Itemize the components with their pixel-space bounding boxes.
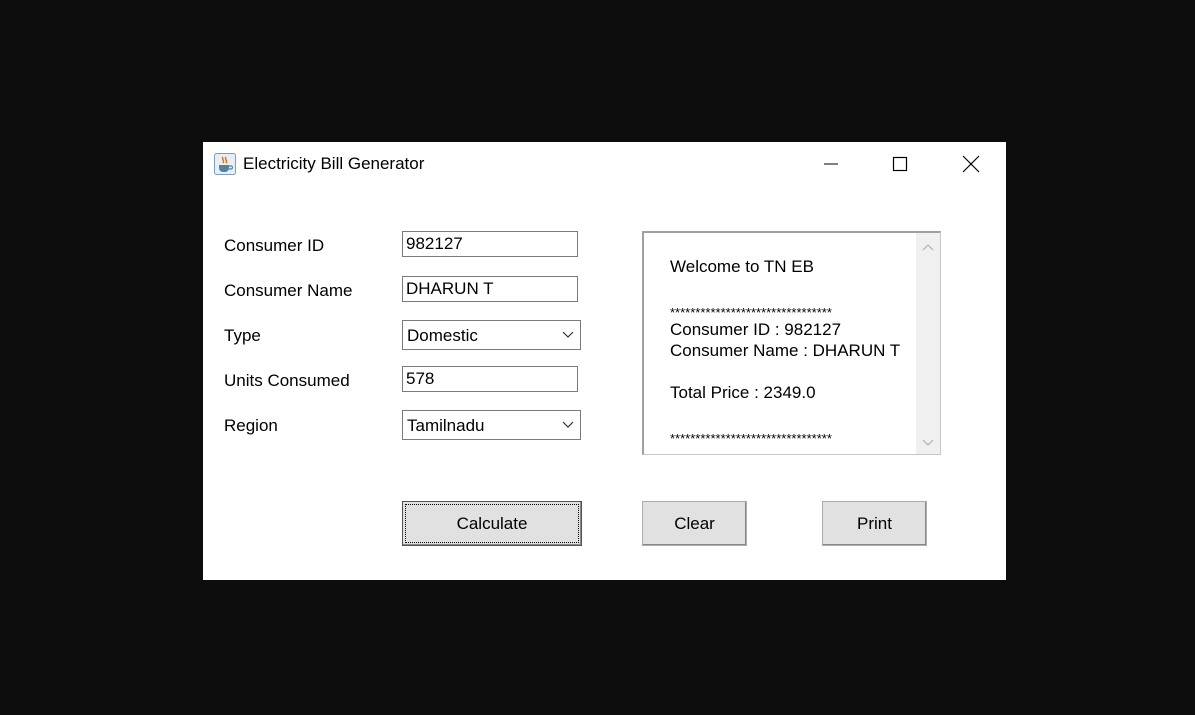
output-line: Welcome to TN EB [670, 257, 814, 276]
type-select-value: Domestic [407, 326, 478, 345]
consumer-id-label: Consumer ID [224, 236, 325, 255]
units-consumed-label: Units Consumed [224, 371, 350, 390]
app-window: Electricity Bill Generator Consumer ID C… [203, 142, 1006, 580]
consumer-id-field[interactable]: 982127 [402, 231, 578, 257]
region-select-value: Tamilnadu [407, 416, 485, 435]
output-line: Consumer Name : DHARUN T [670, 341, 901, 360]
java-cup-icon [214, 153, 236, 175]
print-button[interactable]: Print [822, 501, 927, 546]
minimize-button[interactable] [808, 142, 854, 186]
minimize-icon [824, 163, 838, 165]
output-line: Consumer ID : 982127 [670, 320, 842, 339]
close-button[interactable] [948, 142, 994, 186]
consumer-name-field[interactable]: DHARUN T [402, 276, 578, 302]
maximize-icon [892, 156, 908, 172]
maximize-button[interactable] [877, 142, 923, 186]
output-line: Total Price : 2349.0 [670, 383, 816, 402]
units-consumed-field[interactable]: 578 [402, 366, 578, 392]
type-select[interactable]: Domestic [402, 320, 581, 350]
type-label: Type [224, 326, 261, 345]
scroll-down-button[interactable] [916, 433, 940, 453]
title-bar[interactable]: Electricity Bill Generator [203, 142, 1006, 186]
bill-output-textarea[interactable]: Welcome to TN EB ************************… [642, 231, 941, 455]
close-icon [962, 155, 980, 173]
region-select[interactable]: Tamilnadu [402, 410, 581, 440]
region-label: Region [224, 416, 278, 435]
clear-button[interactable]: Clear [642, 501, 747, 546]
scroll-up-button[interactable] [916, 237, 940, 257]
chevron-up-icon [922, 244, 934, 251]
chevron-down-icon [562, 331, 574, 338]
window-title: Electricity Bill Generator [243, 154, 425, 173]
chevron-down-icon [922, 439, 934, 446]
consumer-name-label: Consumer Name [224, 281, 353, 300]
chevron-down-icon [562, 421, 574, 428]
output-line: ******************************** [670, 431, 832, 446]
calculate-button[interactable]: Calculate [402, 501, 582, 546]
vertical-scrollbar[interactable] [916, 233, 940, 454]
